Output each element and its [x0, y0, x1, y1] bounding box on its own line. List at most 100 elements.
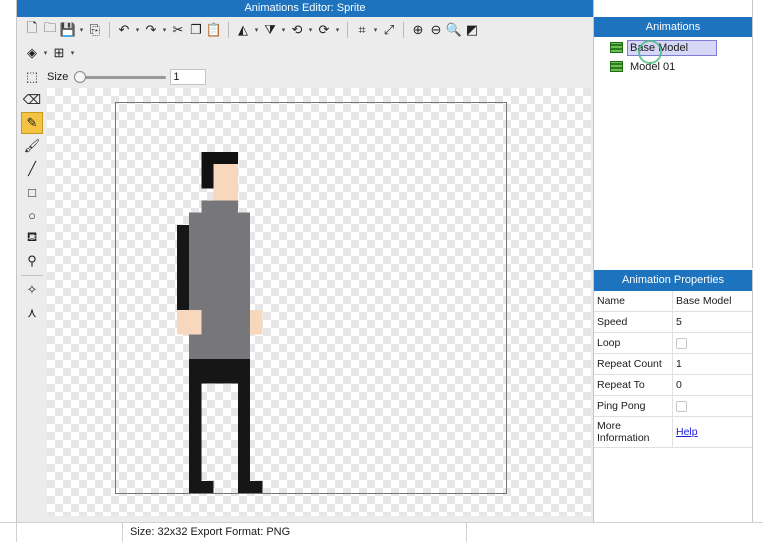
- dropdown-arrow-icon[interactable]: ▾: [333, 26, 342, 34]
- sprite-collar: [201, 200, 238, 213]
- origin-icon[interactable]: ⋏: [21, 302, 43, 324]
- sprite-hair: [201, 151, 238, 164]
- property-row: Name Base Model: [594, 291, 752, 312]
- brush-icon[interactable]: 🖌: [21, 135, 43, 157]
- copy-icon[interactable]: ❐: [187, 21, 205, 39]
- dropdown-arrow-icon[interactable]: ▾: [68, 49, 77, 57]
- property-row: More Information Help: [594, 417, 752, 448]
- grid-icon[interactable]: ⊞: [50, 44, 68, 62]
- pencil-icon[interactable]: ✎: [21, 112, 43, 134]
- sprite-left-leg: [189, 383, 202, 481]
- property-row: Speed 5: [594, 312, 752, 333]
- resize-icon[interactable]: ⤢: [380, 21, 398, 39]
- property-value: Help: [673, 417, 752, 447]
- sprite-canvas[interactable]: [116, 103, 506, 493]
- sprite-frame[interactable]: [115, 102, 507, 494]
- layers-icon[interactable]: ◈: [23, 44, 41, 62]
- sprite-right-leg: [237, 383, 251, 481]
- mouse-cursor-highlight: [638, 40, 662, 64]
- zoom-out-icon[interactable]: ⊖: [427, 21, 445, 39]
- status-divider: [16, 523, 17, 542]
- size-slider-thumb[interactable]: [74, 71, 87, 83]
- toolbar-separator: [347, 22, 348, 38]
- status-divider: [466, 523, 467, 542]
- sprite-left-hand: [176, 310, 202, 335]
- property-value-field[interactable]: 1: [673, 354, 752, 374]
- dropdown-arrow-icon[interactable]: ▾: [371, 26, 380, 34]
- rectangle-icon[interactable]: □: [21, 181, 43, 203]
- dropdown-arrow-icon[interactable]: ▾: [252, 26, 261, 34]
- sprite-pants: [189, 358, 251, 384]
- rotate-left-icon[interactable]: ⟲: [288, 21, 306, 39]
- rotate-right-icon[interactable]: ⟳: [315, 21, 333, 39]
- selection-icon[interactable]: ⬚: [23, 68, 41, 86]
- status-divider: [122, 523, 123, 542]
- toolbar-separator: [403, 22, 404, 38]
- new-file-icon[interactable]: 🗋: [23, 20, 41, 39]
- property-name: Repeat Count: [594, 354, 673, 374]
- move-point-icon[interactable]: ✧: [21, 279, 43, 301]
- brush-size-bar: ⬚ Size 1: [17, 66, 593, 88]
- sprite-right-foot: [237, 480, 263, 493]
- dropdown-arrow-icon[interactable]: ▾: [279, 26, 288, 34]
- property-row: Loop: [594, 333, 752, 354]
- sprite-shirt: [189, 212, 251, 359]
- property-checkbox[interactable]: [676, 400, 687, 412]
- property-row: Repeat Count 1: [594, 354, 752, 375]
- properties-grid: Name Base Model Speed 5 Loop Repeat Count 1 Rep…: [594, 291, 752, 448]
- animation-properties-panel: Animation Properties Name Base Model Speed…: [594, 270, 753, 522]
- export-icon[interactable]: ⎘: [86, 21, 104, 39]
- animations-list: Base Model Model 01: [594, 39, 752, 75]
- fill-bucket-icon[interactable]: ⛾: [21, 227, 43, 249]
- eraser-icon[interactable]: ⌫: [21, 89, 43, 111]
- dropdown-arrow-icon[interactable]: ▾: [306, 26, 315, 34]
- open-folder-icon[interactable]: 🗀: [41, 20, 59, 39]
- eyedropper-icon[interactable]: ⚲: [21, 250, 43, 272]
- size-input[interactable]: 1: [170, 69, 207, 85]
- property-value-field[interactable]: Base Model: [673, 291, 752, 311]
- size-slider-track: [74, 76, 167, 79]
- crop-icon[interactable]: ⌗: [353, 21, 371, 39]
- property-name: Loop: [594, 333, 673, 353]
- sprite-left-arm: [176, 224, 190, 311]
- size-slider[interactable]: [74, 70, 167, 84]
- undo-icon[interactable]: ↶: [115, 21, 133, 39]
- property-value: [673, 396, 752, 416]
- property-name: Repeat To: [594, 375, 673, 395]
- dropdown-arrow-icon[interactable]: ▾: [41, 49, 50, 57]
- animations-editor-window: Animations Editor: Sprite 🗋 🗀 💾 ▾ ⎘ ↶ ▾ ↷ ▾ ✂ ❐ 📋 ◭ ▾…: [16, 0, 594, 522]
- property-name: Speed: [594, 312, 673, 332]
- sprite-right-hand: [250, 310, 263, 335]
- property-checkbox[interactable]: [676, 337, 687, 349]
- dropdown-arrow-icon[interactable]: ▾: [160, 26, 169, 34]
- help-link[interactable]: Help: [676, 426, 698, 438]
- sprite-hair-side: [201, 163, 214, 189]
- line-icon[interactable]: ╱: [21, 158, 43, 180]
- redo-icon[interactable]: ↷: [142, 21, 160, 39]
- zoom-fit-icon[interactable]: 🔍: [445, 21, 463, 39]
- paste-icon[interactable]: 📋: [205, 21, 223, 39]
- property-row: Repeat To 0: [594, 375, 752, 396]
- window-title: Animations Editor: Sprite: [17, 0, 593, 17]
- property-value-field[interactable]: 0: [673, 375, 752, 395]
- sprite-left-foot: [189, 480, 214, 493]
- property-name: Name: [594, 291, 673, 311]
- zoom-actual-icon[interactable]: ◩: [463, 21, 481, 39]
- toolbar-separator: [228, 22, 229, 38]
- size-label: Size: [47, 71, 69, 83]
- save-icon[interactable]: 💾: [59, 21, 77, 39]
- property-value-field[interactable]: 5: [673, 312, 752, 332]
- animation-item[interactable]: Model 01: [594, 58, 752, 75]
- cut-icon[interactable]: ✂: [169, 21, 187, 39]
- flip-vertical-icon[interactable]: ⧩: [261, 21, 279, 39]
- zoom-in-icon[interactable]: ⊕: [409, 21, 427, 39]
- canvas-area[interactable]: [47, 88, 591, 516]
- animation-item[interactable]: Base Model: [594, 39, 752, 56]
- dropdown-arrow-icon[interactable]: ▾: [133, 26, 142, 34]
- animation-icon: [610, 61, 623, 72]
- ellipse-icon[interactable]: ○: [21, 204, 43, 226]
- status-text: Size: 32x32 Export Format: PNG: [130, 526, 291, 538]
- toolbar-separator: [109, 22, 110, 38]
- dropdown-arrow-icon[interactable]: ▾: [77, 26, 86, 34]
- flip-horizontal-icon[interactable]: ◭: [234, 21, 252, 39]
